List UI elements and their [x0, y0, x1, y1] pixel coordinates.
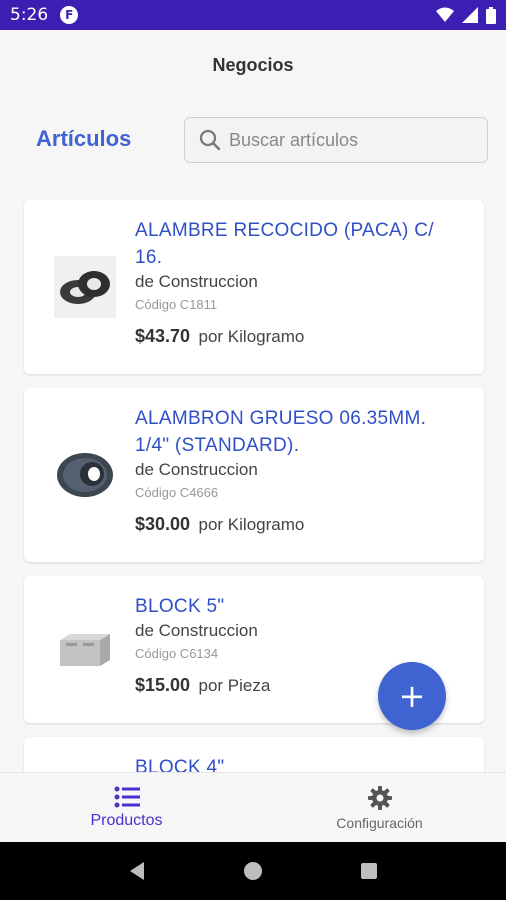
- tab-productos[interactable]: Productos: [0, 773, 253, 842]
- product-name: ALAMBRON GRUESO 06.35MM. 1/4" (STANDARD)…: [135, 408, 427, 456]
- product-unit: por Pieza: [198, 676, 271, 695]
- signal-icon: [462, 7, 478, 23]
- plus-icon: +: [398, 677, 426, 715]
- product-category: de Construccion: [135, 460, 258, 479]
- status-bar: 5:26 F: [0, 0, 506, 30]
- product-name: BLOCK 5": [135, 596, 225, 617]
- status-time: 5:26: [10, 5, 49, 25]
- product-category: de Construccion: [135, 272, 258, 291]
- app-badge-letter: F: [65, 8, 74, 22]
- product-code: Código C1811: [135, 297, 218, 312]
- add-product-button[interactable]: +: [378, 662, 446, 730]
- product-price: $15.00: [135, 675, 191, 695]
- wire-coil-image: [54, 444, 116, 506]
- app-notification-icon: F: [60, 6, 79, 24]
- product-unit: por Kilogramo: [198, 327, 305, 346]
- search-box[interactable]: [184, 117, 488, 163]
- section-title: Artículos: [36, 126, 132, 151]
- recents-icon[interactable]: [360, 862, 378, 880]
- product-category: de Construccion: [135, 621, 258, 640]
- app-header: Negocios: [0, 30, 506, 100]
- product-card[interactable]: ALAMBRE RECOCIDO (PACA) C/ 16. de Constr…: [24, 200, 484, 374]
- concrete-block-image: [54, 618, 116, 680]
- tab-configuracion[interactable]: Configuración: [253, 773, 506, 842]
- back-icon[interactable]: [128, 861, 146, 881]
- product-code: Código C6134: [135, 646, 219, 661]
- product-name: ALAMBRE RECOCIDO (PACA) C/ 16.: [135, 220, 434, 268]
- home-icon[interactable]: [243, 861, 263, 881]
- product-code: Código C4666: [135, 485, 219, 500]
- system-nav-bar: [0, 842, 506, 900]
- product-unit: por Kilogramo: [198, 515, 305, 534]
- tab-label: Productos: [90, 811, 163, 829]
- product-card[interactable]: ALAMBRON GRUESO 06.35MM. 1/4" (STANDARD)…: [24, 388, 484, 562]
- battery-icon: [486, 6, 496, 24]
- tab-label: Configuración: [336, 814, 423, 831]
- gear-icon: [367, 785, 392, 810]
- search-icon: [199, 129, 221, 151]
- list-icon: [114, 786, 140, 807]
- product-list: ALAMBRE RECOCIDO (PACA) C/ 16. de Constr…: [24, 200, 484, 831]
- search-input[interactable]: [229, 129, 469, 151]
- product-price: $30.00: [135, 514, 191, 534]
- wire-roll-image: [54, 256, 116, 318]
- bottom-nav: Productos Configuración: [0, 772, 506, 842]
- page-title: Negocios: [212, 54, 294, 75]
- wifi-icon: [436, 7, 454, 22]
- product-price: $43.70: [135, 326, 191, 346]
